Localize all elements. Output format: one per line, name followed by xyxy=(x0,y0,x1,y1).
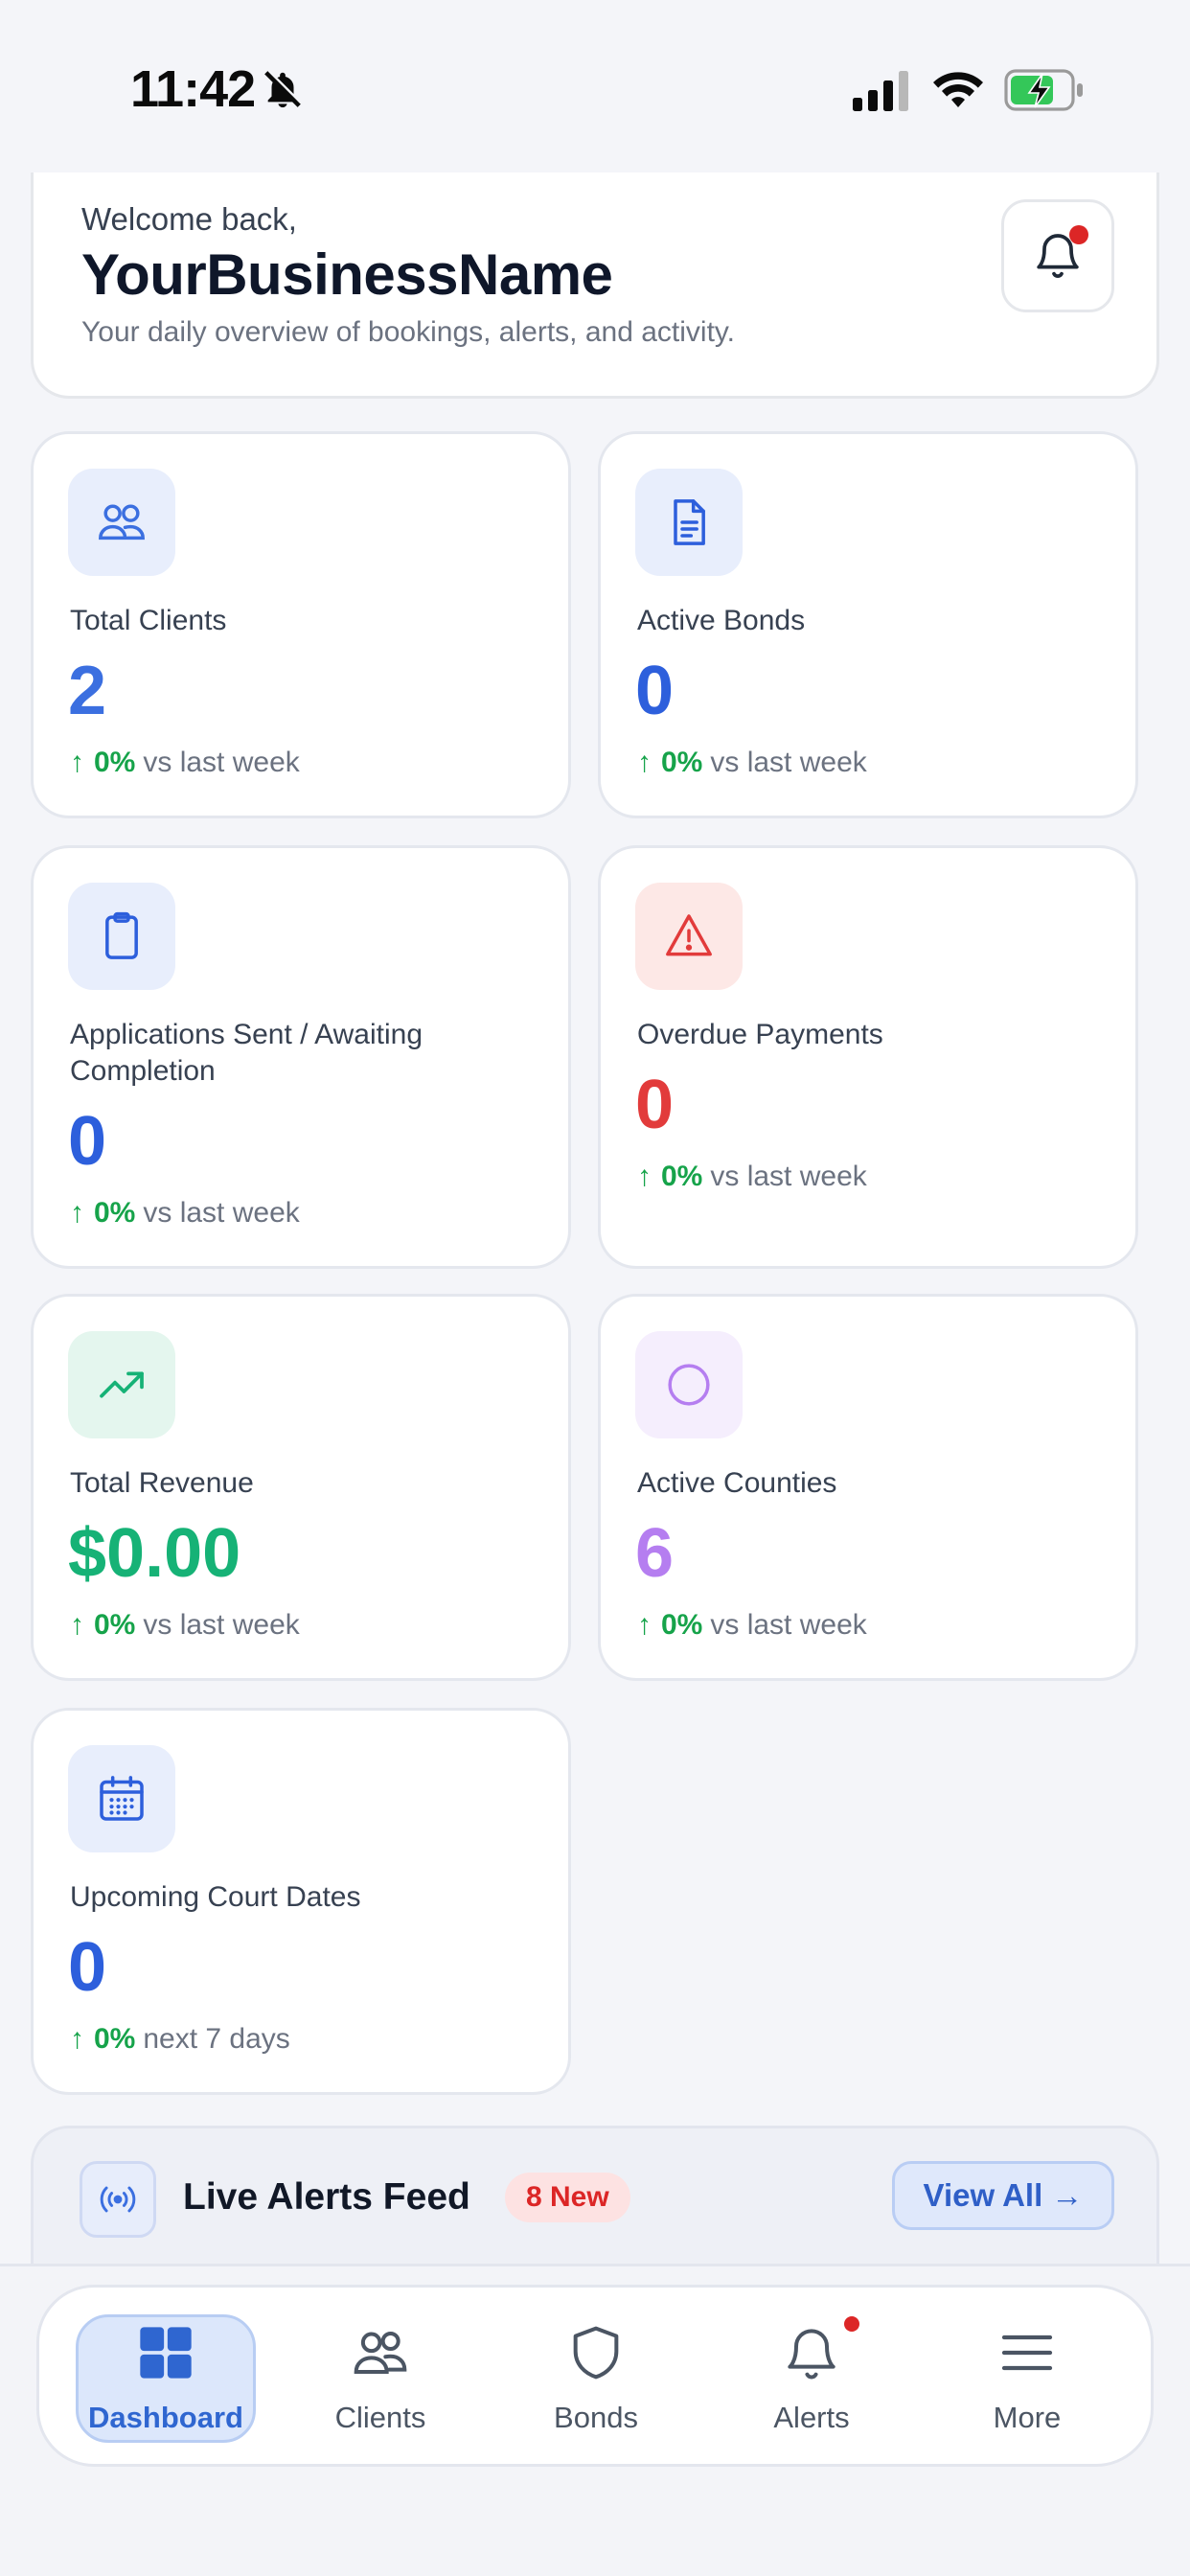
cellular-signal-icon xyxy=(853,71,908,111)
stat-card-total-revenue[interactable]: Total Revenue $0.00 ↑ 0% vs last week xyxy=(31,1294,571,1681)
new-alerts-badge: 8 New xyxy=(505,2173,630,2222)
trend-text: vs last week xyxy=(710,747,867,778)
trend-percent: 0% xyxy=(94,1197,136,1229)
status-time: 11:42 xyxy=(130,60,256,118)
trending-up-icon xyxy=(100,1371,144,1398)
shield-icon xyxy=(573,2326,619,2380)
stat-trend: ↑ 0% next 7 days xyxy=(70,2023,290,2056)
stat-trend: ↑ 0% vs last week xyxy=(637,1161,867,1193)
stat-icon-box xyxy=(635,883,743,990)
nav-item-more[interactable]: More xyxy=(931,2288,1123,2470)
stat-trend: ↑ 0% vs last week xyxy=(70,747,300,779)
alerts-notification-dot xyxy=(844,2316,859,2332)
document-icon xyxy=(674,499,705,545)
stat-label: Overdue Payments xyxy=(637,1019,883,1050)
arrow-up-icon: ↑ xyxy=(70,747,84,778)
trend-percent: 0% xyxy=(94,747,136,778)
stat-value: 0 xyxy=(635,653,675,729)
welcome-card: Welcome back, YourBusinessName Your dail… xyxy=(31,172,1159,399)
broadcast-icon xyxy=(100,2186,136,2213)
nav-item-bonds[interactable]: Bonds xyxy=(500,2288,692,2470)
trend-percent: 0% xyxy=(661,1161,703,1192)
stat-icon-box xyxy=(635,1331,743,1438)
nav-label: More xyxy=(993,2401,1062,2434)
nav-item-dashboard[interactable]: Dashboard xyxy=(76,2288,267,2470)
trend-percent: 0% xyxy=(661,1609,703,1641)
alerts-feed-title: Live Alerts Feed xyxy=(183,2176,470,2218)
bell-icon xyxy=(788,2329,835,2380)
battery-charging-icon xyxy=(1004,69,1083,111)
nav-item-alerts[interactable]: Alerts xyxy=(716,2288,907,2470)
stat-icon-box xyxy=(68,1745,175,1852)
stat-label: Total Revenue xyxy=(70,1467,254,1499)
circle-icon xyxy=(668,1364,710,1406)
broadcast-icon-box xyxy=(80,2161,156,2238)
warning-icon xyxy=(666,914,712,956)
business-name: YourBusinessName xyxy=(81,242,613,307)
status-bar: 11:42 xyxy=(0,0,1190,172)
users-icon xyxy=(354,2332,407,2374)
stat-card-applications[interactable]: Applications Sent / Awaiting Completion … xyxy=(31,845,571,1269)
stat-card-total-clients[interactable]: Total Clients 2 ↑ 0% vs last week xyxy=(31,431,571,818)
arrow-up-icon: ↑ xyxy=(637,1161,652,1192)
trend-text: vs last week xyxy=(143,1197,300,1229)
stat-value: 2 xyxy=(68,653,107,729)
notification-dot xyxy=(1069,225,1088,244)
stat-label: Applications Sent / Awaiting Completion xyxy=(70,1019,423,1087)
stat-icon-box xyxy=(635,469,743,576)
stat-icon-box xyxy=(68,469,175,576)
users-icon xyxy=(99,504,145,540)
header-subtitle: Your daily overview of bookings, alerts,… xyxy=(81,316,736,348)
grid-icon xyxy=(140,2327,192,2379)
stat-trend: ↑ 0% vs last week xyxy=(70,1609,300,1642)
nav-label: Alerts xyxy=(773,2401,850,2434)
stat-trend: ↑ 0% vs last week xyxy=(637,747,867,779)
view-all-button[interactable]: View All → xyxy=(892,2161,1114,2230)
stat-trend: ↑ 0% vs last week xyxy=(637,1609,867,1642)
nav-item-clients[interactable]: Clients xyxy=(285,2288,476,2470)
notifications-button[interactable] xyxy=(1001,199,1114,312)
stat-value: $0.00 xyxy=(68,1515,241,1592)
trend-percent: 0% xyxy=(661,747,703,778)
arrow-up-icon: ↑ xyxy=(70,2023,84,2055)
arrow-up-icon: ↑ xyxy=(70,1197,84,1229)
stat-card-overdue-payments[interactable]: Overdue Payments 0 ↑ 0% vs last week xyxy=(598,845,1138,1269)
nav-label: Clients xyxy=(334,2401,426,2434)
greeting-text: Welcome back, xyxy=(81,201,297,237)
stat-value: 0 xyxy=(68,1103,107,1180)
nav-label: Bonds xyxy=(554,2401,638,2434)
arrow-up-icon: ↑ xyxy=(70,1609,84,1641)
stat-label: Active Counties xyxy=(637,1467,837,1499)
nav-label: Dashboard xyxy=(88,2401,243,2434)
stat-icon-box xyxy=(68,883,175,990)
bell-off-icon xyxy=(264,70,302,108)
trend-text: vs last week xyxy=(143,747,300,778)
menu-icon xyxy=(1001,2334,1053,2371)
stat-label: Upcoming Court Dates xyxy=(70,1881,361,1913)
stat-card-active-bonds[interactable]: Active Bonds 0 ↑ 0% vs last week xyxy=(598,431,1138,818)
stat-label: Total Clients xyxy=(70,605,227,636)
calendar-icon xyxy=(100,1776,144,1821)
arrow-up-icon: ↑ xyxy=(637,1609,652,1641)
trend-text: vs last week xyxy=(143,1609,300,1641)
stat-icon-box xyxy=(68,1331,175,1438)
stat-card-active-counties[interactable]: Active Counties 6 ↑ 0% vs last week xyxy=(598,1294,1138,1681)
bottom-nav: Dashboard Clients Bonds Alerts More xyxy=(36,2285,1154,2467)
stat-value: 6 xyxy=(635,1515,675,1592)
trend-percent: 0% xyxy=(94,2023,136,2055)
trend-percent: 0% xyxy=(94,1609,136,1641)
trend-text: next 7 days xyxy=(143,2023,290,2055)
stat-value: 0 xyxy=(68,1929,107,2006)
stat-trend: ↑ 0% vs last week xyxy=(70,1197,300,1230)
trend-text: vs last week xyxy=(710,1609,867,1641)
stat-label: Active Bonds xyxy=(637,605,806,636)
stat-value: 0 xyxy=(635,1067,675,1143)
trend-text: vs last week xyxy=(710,1161,867,1192)
clipboard-icon xyxy=(105,911,138,959)
wifi-icon xyxy=(933,72,983,107)
stat-card-upcoming-court-dates[interactable]: Upcoming Court Dates 0 ↑ 0% next 7 days xyxy=(31,1708,571,2095)
arrow-up-icon: ↑ xyxy=(637,747,652,778)
